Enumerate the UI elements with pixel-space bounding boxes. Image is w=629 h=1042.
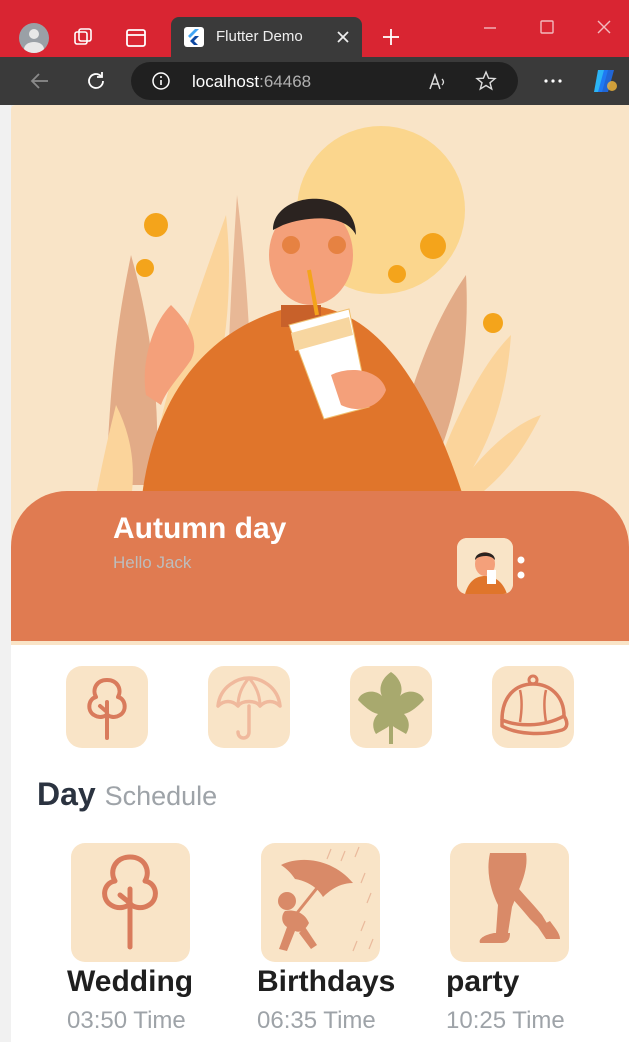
event-name: Wedding xyxy=(67,965,194,998)
header-subtitle: Hello Jack xyxy=(113,553,192,572)
url-host: localhost xyxy=(192,72,260,91)
event-name: Birthdays xyxy=(257,965,396,998)
leaf-icon xyxy=(358,672,424,744)
maximize-icon[interactable] xyxy=(535,18,559,38)
event-time: 10:25 Time xyxy=(446,1007,565,1034)
tree-icon xyxy=(87,678,127,740)
close-tab-icon[interactable] xyxy=(332,26,354,48)
tab-title: Flutter Demo xyxy=(216,28,303,45)
url-text: localhost:64468 xyxy=(192,72,311,92)
category-cap-button[interactable] xyxy=(492,666,574,748)
new-tab-icon[interactable] xyxy=(379,25,403,49)
favorite-star-icon[interactable] xyxy=(475,70,497,92)
tab-flutter-demo[interactable]: Flutter Demo xyxy=(171,17,362,57)
minimize-icon[interactable] xyxy=(478,18,502,38)
back-arrow-icon[interactable] xyxy=(28,69,52,93)
autumn-drink-illustration xyxy=(96,126,541,505)
left-window-strip xyxy=(0,105,11,1042)
event-image xyxy=(261,843,380,962)
tab-actions-icon[interactable] xyxy=(124,26,148,50)
header-title: Autumn day xyxy=(113,512,287,545)
cap-icon xyxy=(500,674,569,736)
address-bar: localhost:64468 xyxy=(0,57,629,105)
avatar-person-icon xyxy=(457,538,513,594)
event-name: party xyxy=(446,965,520,998)
read-aloud-icon[interactable] xyxy=(427,71,449,93)
more-options-icon[interactable] xyxy=(541,69,565,93)
flutter-favicon-icon xyxy=(184,27,204,47)
copilot-icon[interactable] xyxy=(590,66,622,96)
refresh-icon[interactable] xyxy=(84,69,108,93)
close-window-icon[interactable] xyxy=(592,18,616,38)
section-title-sub: Schedule xyxy=(104,781,218,811)
app-page: Autumn day Hello Jack Day Schedule Weddi… xyxy=(11,105,629,1042)
more-menu-icon[interactable] xyxy=(516,553,526,583)
category-tree-button[interactable] xyxy=(66,666,148,748)
category-leaf-button[interactable] xyxy=(350,666,432,748)
site-info-icon[interactable] xyxy=(151,71,171,91)
section-title-main: Day xyxy=(37,776,96,812)
browser-title-bar: Flutter Demo xyxy=(0,0,629,57)
event-image xyxy=(450,843,569,962)
umbrella-person-icon xyxy=(278,846,374,952)
url-port: :64468 xyxy=(259,72,312,91)
event-image xyxy=(71,843,190,962)
tree-icon xyxy=(102,854,158,950)
header-card: Autumn day Hello Jack xyxy=(11,491,629,641)
workspaces-icon[interactable] xyxy=(71,26,95,50)
user-avatar[interactable] xyxy=(457,538,513,594)
profile-avatar-icon[interactable] xyxy=(19,23,49,53)
event-time: 06:35 Time xyxy=(257,1007,376,1034)
category-umbrella-button[interactable] xyxy=(208,666,290,748)
section-title: Day Schedule xyxy=(37,776,217,813)
url-field[interactable]: localhost:64468 xyxy=(131,62,518,100)
umbrella-icon xyxy=(216,676,282,740)
walking-legs-icon xyxy=(479,853,560,943)
event-time: 03:50 Time xyxy=(67,1007,186,1034)
